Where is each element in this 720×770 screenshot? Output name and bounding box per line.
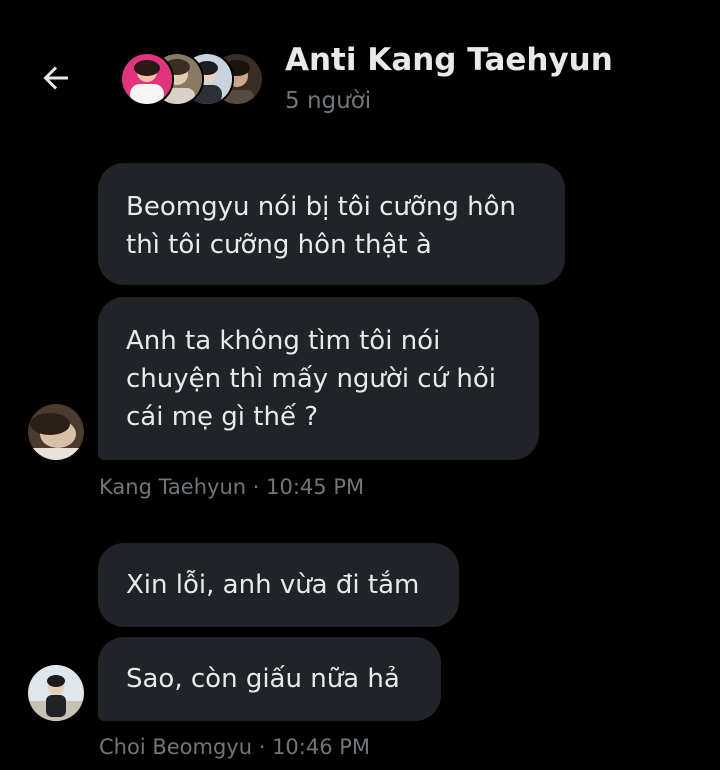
sender-name[interactable]: Kang Taehyun: [99, 475, 246, 499]
member-avatar: [120, 52, 174, 106]
meta-separator: ·: [252, 735, 273, 759]
back-button[interactable]: [34, 56, 78, 100]
message-bubble[interactable]: Xin lỗi, anh vừa đi tắm: [98, 543, 459, 627]
message-bubble[interactable]: Beomgyu nói bị tôi cưỡng hôn thì tôi cưỡ…: [98, 163, 565, 285]
message-text: Sao, còn giấu nữa hả: [126, 664, 400, 694]
message-meta: Choi Beomgyu · 10:46 PM: [99, 735, 370, 759]
message-text: chuyện thì mấy người cứ hỏi: [126, 364, 496, 394]
message-time: 10:45 PM: [266, 475, 365, 499]
message-text: cái mẹ gì thế ?: [126, 402, 319, 432]
message-text: Xin lỗi, anh vừa đi tắm: [126, 570, 420, 600]
member-count: 5 người: [285, 88, 372, 114]
message-time: 10:46 PM: [272, 735, 371, 759]
meta-separator: ·: [246, 475, 267, 499]
message-text: thì tôi cưỡng hôn thật à: [126, 230, 432, 260]
message-bubble[interactable]: Anh ta không tìm tôi nói chuyện thì mấy …: [98, 297, 539, 460]
sender-avatar[interactable]: [28, 404, 84, 460]
message-meta: Kang Taehyun · 10:45 PM: [99, 475, 364, 499]
message-text: Beomgyu nói bị tôi cưỡng hôn: [126, 192, 516, 222]
group-avatars[interactable]: [120, 50, 264, 106]
sender-name[interactable]: Choi Beomgyu: [99, 735, 252, 759]
sender-avatar[interactable]: [28, 665, 84, 721]
message-bubble[interactable]: Sao, còn giấu nữa hả: [98, 637, 441, 721]
conversation-title[interactable]: Anti Kang Taehyun: [285, 42, 613, 78]
message-text: Anh ta không tìm tôi nói: [126, 326, 441, 356]
back-arrow-icon: [43, 66, 68, 90]
